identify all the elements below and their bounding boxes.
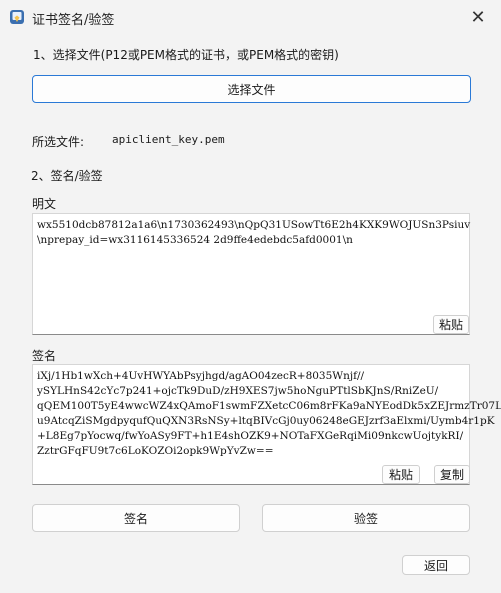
copy-signature-button[interactable]: 复制 (434, 465, 470, 484)
selected-file-value: apiclient_key.pem (112, 133, 225, 146)
choose-file-button[interactable]: 选择文件 (32, 75, 471, 103)
step2-label: 2、签名/验签 (31, 169, 103, 183)
signature-label: 签名 (32, 349, 57, 363)
plaintext-label: 明文 (32, 197, 57, 211)
close-button[interactable]: ✕ (455, 0, 501, 34)
title-bar: 证书签名/验签 ✕ (0, 0, 501, 34)
sign-button[interactable]: 签名 (32, 504, 240, 532)
plaintext-textarea[interactable]: wx5510dcb87812a1a6\n1730362493\nQpQ31USo… (32, 213, 470, 335)
paste-signature-button[interactable]: 粘贴 (382, 465, 420, 484)
step1-label: 1、选择文件(P12或PEM格式的证书，或PEM格式的密钥) (33, 48, 339, 62)
signature-value: iXj/1Hb1wXch+4UvHWYAbPsyjhgd/agAO04zecR+… (37, 370, 501, 457)
certificate-app-icon (9, 9, 25, 25)
window-title: 证书签名/验签 (32, 13, 115, 28)
back-button[interactable]: 返回 (402, 555, 470, 575)
verify-button[interactable]: 验签 (262, 504, 470, 532)
selected-file-label: 所选文件: (32, 135, 85, 149)
paste-plaintext-button[interactable]: 粘贴 (433, 315, 469, 334)
close-icon: ✕ (470, 6, 486, 28)
plaintext-value: wx5510dcb87812a1a6\n1730362493\nQpQ31USo… (37, 219, 471, 246)
